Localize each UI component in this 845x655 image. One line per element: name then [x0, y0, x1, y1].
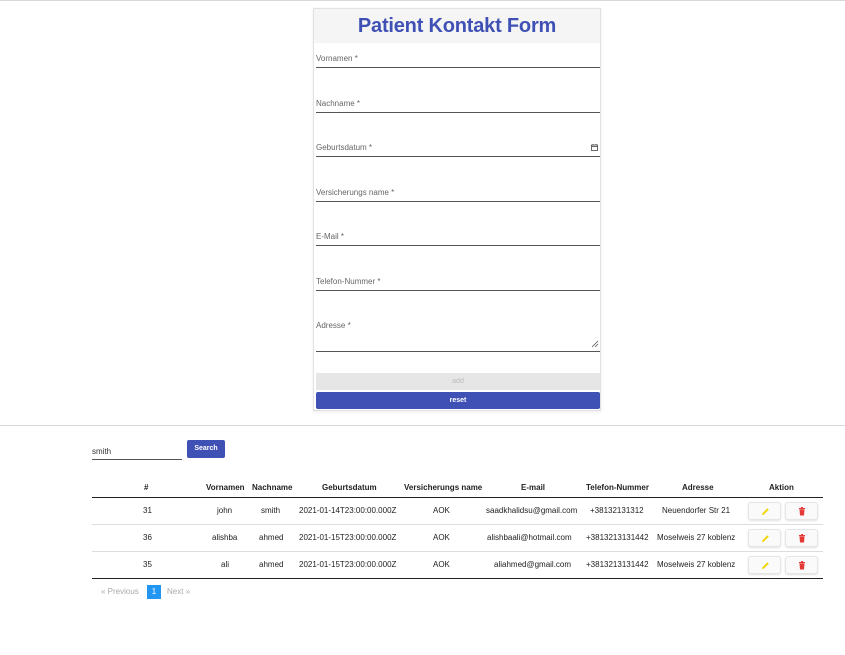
cell-geburtsdatum: 2021-01-15T23:00:00.000Z	[299, 533, 397, 542]
nachname-underline	[316, 112, 600, 113]
geburtsdatum-input[interactable]	[316, 152, 586, 162]
delete-button[interactable]	[785, 556, 818, 574]
add-button[interactable]: add	[316, 373, 600, 390]
col-header-aktion: Aktion	[769, 483, 794, 492]
search-box[interactable]	[92, 441, 182, 460]
cell-email: saadkhalidsu@gmail.com	[486, 506, 578, 515]
previous-page-link[interactable]: « Previous	[101, 587, 139, 596]
vornamen-label: Vornamen *	[316, 54, 358, 63]
top-border	[0, 0, 845, 1]
nachname-input[interactable]	[316, 108, 586, 118]
nachname-field[interactable]: Nachname *	[316, 99, 600, 118]
cell-email: aliahmed@gmail.com	[494, 560, 572, 569]
cell-telefon: +3813213131442	[586, 533, 649, 542]
geburtsdatum-label: Geburtsdatum *	[316, 143, 373, 152]
col-header-geburtsdatum[interactable]: Geburtsdatum	[322, 483, 377, 492]
vornamen-underline	[316, 67, 600, 68]
search-input[interactable]	[92, 444, 182, 460]
form-header: Patient Kontakt Form	[314, 9, 600, 43]
cell-nachname: ahmed	[259, 533, 284, 542]
col-header-email[interactable]: E-mail	[521, 483, 545, 492]
telefon-underline	[316, 290, 600, 291]
col-header-telefon[interactable]: Telefon-Nummer	[586, 483, 649, 492]
versicherung-field[interactable]: Versicherungs name *	[316, 188, 600, 207]
versicherung-underline	[316, 201, 600, 202]
cell-geburtsdatum: 2021-01-14T23:00:00.000Z	[299, 506, 397, 515]
col-header-nachname[interactable]: Nachname	[252, 483, 292, 492]
cell-nachname: ahmed	[259, 560, 284, 569]
cell-adresse: Moselweis 27 koblenz	[657, 560, 736, 569]
edit-button[interactable]	[748, 502, 781, 520]
email-input[interactable]	[316, 241, 586, 251]
cell-vornamen: john	[217, 506, 233, 515]
email-underline	[316, 245, 600, 246]
cell-versicherung: AOK	[433, 506, 450, 515]
nachname-label: Nachname *	[316, 99, 361, 108]
col-header-vornamen[interactable]: Vornamen	[206, 483, 245, 492]
cell-nachname: smith	[261, 506, 281, 515]
delete-button[interactable]	[785, 502, 818, 520]
form-title: Patient Kontakt Form	[357, 15, 557, 37]
pencil-icon	[762, 562, 769, 569]
vornamen-field[interactable]: Vornamen *	[316, 54, 600, 73]
table-header: # Vornamen Nachname Geburtsdatum Versich…	[92, 478, 823, 498]
versicherung-label: Versicherungs name *	[316, 188, 395, 197]
email-label: E-Mail *	[316, 232, 345, 241]
next-page-link[interactable]: Next »	[167, 587, 190, 596]
patient-contact-form: Patient Kontakt Form Vornamen * Nachname…	[313, 8, 601, 411]
telefon-field[interactable]: Telefon-Nummer *	[316, 277, 600, 296]
reset-button[interactable]: reset	[316, 392, 600, 409]
cell-adresse: Moselweis 27 koblenz	[657, 533, 736, 542]
adresse-field[interactable]: Adresse *	[316, 321, 600, 352]
col-header-adresse[interactable]: Adresse	[682, 483, 714, 492]
trash-icon	[799, 507, 805, 516]
cell-versicherung: AOK	[433, 560, 450, 569]
trash-icon	[799, 534, 805, 543]
section-divider	[0, 425, 845, 426]
table-row: 31 john smith 2021-01-14T23:00:00.000Z A…	[92, 498, 823, 525]
cell-telefon: +38132131312	[590, 506, 644, 515]
table-row: 36 alishba ahmed 2021-01-15T23:00:00.000…	[92, 525, 823, 552]
delete-button[interactable]	[785, 529, 818, 547]
adresse-textarea[interactable]	[316, 331, 586, 341]
adresse-label: Adresse *	[316, 321, 351, 330]
cell-geburtsdatum: 2021-01-15T23:00:00.000Z	[299, 560, 397, 569]
geburtsdatum-field[interactable]: Geburtsdatum *	[316, 143, 600, 162]
trash-icon	[799, 561, 805, 570]
resize-handle-icon[interactable]	[591, 340, 599, 348]
search-button[interactable]: Search	[187, 440, 225, 458]
telefon-label: Telefon-Nummer *	[316, 277, 381, 286]
cell-adresse: Neuendorfer Str 21	[662, 506, 731, 515]
col-header-versicherung[interactable]: Versicherungs name	[404, 483, 482, 492]
adresse-underline	[316, 351, 600, 352]
pencil-icon	[762, 508, 769, 515]
col-header-id[interactable]: #	[144, 483, 148, 492]
cell-versicherung: AOK	[433, 533, 450, 542]
cell-vornamen: alishba	[212, 533, 238, 542]
email-field[interactable]: E-Mail *	[316, 232, 600, 251]
cell-id: 36	[143, 533, 152, 542]
vornamen-input[interactable]	[316, 63, 586, 73]
cell-email: alishbaali@hotmail.com	[487, 533, 572, 542]
edit-button[interactable]	[748, 529, 781, 547]
patient-table: # Vornamen Nachname Geburtsdatum Versich…	[92, 478, 823, 579]
cell-id: 35	[143, 560, 152, 569]
calendar-icon[interactable]	[591, 144, 598, 153]
table-row: 35 ali ahmed 2021-01-15T23:00:00.000Z AO…	[92, 552, 823, 579]
cell-vornamen: ali	[221, 560, 230, 569]
cell-id: 31	[143, 506, 152, 515]
page-1-button[interactable]: 1	[147, 585, 161, 599]
geburtsdatum-underline	[316, 156, 600, 157]
pencil-icon	[762, 535, 769, 542]
telefon-input[interactable]	[316, 286, 586, 296]
cell-telefon: +3813213131442	[586, 560, 649, 569]
versicherung-input[interactable]	[316, 197, 586, 207]
edit-button[interactable]	[748, 556, 781, 574]
